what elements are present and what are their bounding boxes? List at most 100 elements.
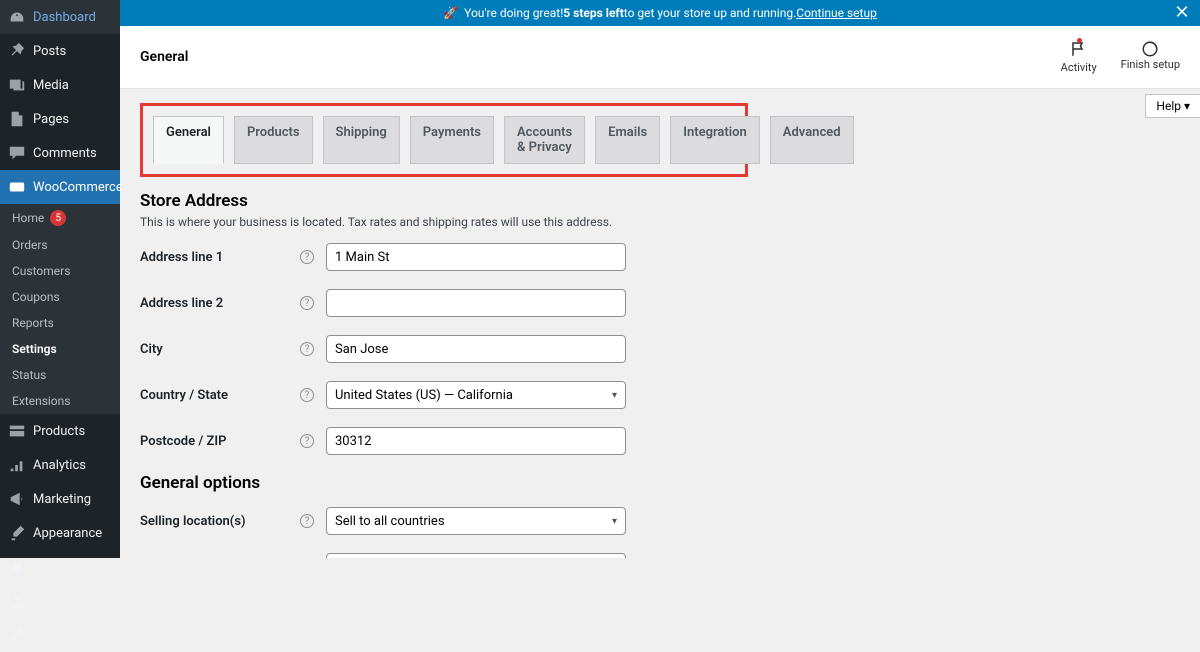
- activity-dot-icon: [1077, 38, 1082, 43]
- address1-input[interactable]: [326, 243, 626, 271]
- tab-general[interactable]: General: [153, 116, 224, 164]
- country-label: Country / State: [140, 388, 300, 403]
- page-header: General Activity Finish setup: [120, 26, 1200, 89]
- page-title: General: [140, 49, 188, 65]
- sidebar-label: Plugins: [33, 560, 76, 575]
- analytics-icon: [8, 456, 26, 474]
- sidebar-item-products[interactable]: Products: [0, 414, 120, 448]
- progress-icon: [1141, 40, 1159, 58]
- submenu-extensions[interactable]: Extensions: [0, 388, 120, 414]
- sidebar-item-users[interactable]: Users: [0, 584, 120, 618]
- home-badge: 5: [50, 210, 66, 226]
- media-icon: [8, 76, 26, 94]
- submenu-settings[interactable]: Settings: [0, 336, 120, 362]
- banner-text-bold: 5 steps left: [563, 6, 623, 20]
- address2-input[interactable]: [326, 289, 626, 317]
- help-icon[interactable]: ?: [300, 514, 314, 528]
- tab-payments[interactable]: Payments: [410, 116, 494, 164]
- help-icon[interactable]: ?: [300, 250, 314, 264]
- tab-accounts[interactable]: Accounts & Privacy: [504, 116, 585, 164]
- dashboard-icon: [8, 8, 26, 26]
- sidebar-label: Users: [33, 594, 66, 609]
- tab-products[interactable]: Products: [234, 116, 313, 164]
- sidebar-item-woocommerce[interactable]: WooCommerce: [0, 170, 120, 204]
- address1-label: Address line 1: [140, 250, 300, 265]
- submenu-orders[interactable]: Orders: [0, 232, 120, 258]
- user-icon: [8, 592, 26, 610]
- main-content: 🚀 You're doing great! 5 steps left to ge…: [120, 0, 1200, 558]
- sidebar-item-posts[interactable]: Posts: [0, 34, 120, 68]
- city-input[interactable]: [326, 335, 626, 363]
- activity-label: Activity: [1061, 61, 1097, 74]
- wrench-icon: [8, 626, 26, 644]
- woo-icon: [8, 178, 26, 196]
- help-tab[interactable]: Help ▾: [1145, 94, 1200, 118]
- settings-body: Help ▾ General Products Shipping Payment…: [120, 89, 1200, 558]
- country-value: United States (US) — California: [335, 388, 513, 403]
- store-address-desc: This is where your business is located. …: [140, 215, 1180, 229]
- tab-integration[interactable]: Integration: [670, 116, 760, 164]
- sidebar-item-analytics[interactable]: Analytics: [0, 448, 120, 482]
- rocket-icon: 🚀: [443, 6, 458, 20]
- continue-setup-link[interactable]: Continue setup: [796, 6, 877, 20]
- plug-icon: [8, 558, 26, 576]
- sidebar-label: WooCommerce: [33, 180, 123, 195]
- megaphone-icon: [8, 490, 26, 508]
- submenu-coupons[interactable]: Coupons: [0, 284, 120, 310]
- submenu-home[interactable]: Home 5: [0, 204, 120, 232]
- sidebar-label: Marketing: [33, 492, 91, 507]
- finish-setup-button[interactable]: Finish setup: [1121, 40, 1180, 74]
- activity-button[interactable]: Activity: [1061, 40, 1097, 74]
- settings-tabs-highlighted: General Products Shipping Payments Accou…: [140, 103, 748, 177]
- sidebar-item-media[interactable]: Media: [0, 68, 120, 102]
- admin-sidebar: Dashboard Posts Media Pages Comments Woo…: [0, 0, 120, 558]
- submenu-label: Home: [12, 211, 44, 225]
- sidebar-item-marketing[interactable]: Marketing: [0, 482, 120, 516]
- shipping-select[interactable]: Ship to all countries you sell to▾: [326, 553, 626, 558]
- help-icon[interactable]: ?: [300, 434, 314, 448]
- sidebar-item-dashboard[interactable]: Dashboard: [0, 0, 120, 34]
- zip-input[interactable]: [326, 427, 626, 455]
- comment-icon: [8, 144, 26, 162]
- tab-shipping[interactable]: Shipping: [323, 116, 400, 164]
- general-options-heading: General options: [140, 473, 1180, 493]
- city-label: City: [140, 342, 300, 357]
- sidebar-label: Pages: [33, 112, 69, 127]
- onboarding-banner: 🚀 You're doing great! 5 steps left to ge…: [120, 0, 1200, 26]
- country-select[interactable]: United States (US) — California ▾: [326, 381, 626, 409]
- submenu-status[interactable]: Status: [0, 362, 120, 388]
- sidebar-label: Dashboard: [33, 10, 96, 25]
- chevron-down-icon: ▾: [612, 390, 617, 401]
- sidebar-item-appearance[interactable]: Appearance: [0, 516, 120, 550]
- store-address-heading: Store Address: [140, 191, 1180, 211]
- help-icon[interactable]: ?: [300, 388, 314, 402]
- zip-label: Postcode / ZIP: [140, 434, 300, 449]
- pin-icon: [8, 42, 26, 60]
- sidebar-label: Appearance: [33, 526, 102, 541]
- submenu-reports[interactable]: Reports: [0, 310, 120, 336]
- selling-value: Sell to all countries: [335, 514, 445, 529]
- help-icon[interactable]: ?: [300, 296, 314, 310]
- selling-select[interactable]: Sell to all countries ▾: [326, 507, 626, 535]
- brush-icon: [8, 524, 26, 542]
- sidebar-item-tools[interactable]: Tools: [0, 618, 120, 652]
- products-icon: [8, 422, 26, 440]
- tab-advanced[interactable]: Advanced: [770, 116, 854, 164]
- selling-label: Selling location(s): [140, 514, 300, 529]
- tab-emails[interactable]: Emails: [595, 116, 660, 164]
- sidebar-item-pages[interactable]: Pages: [0, 102, 120, 136]
- sidebar-label: Analytics: [33, 458, 86, 473]
- submenu-customers[interactable]: Customers: [0, 258, 120, 284]
- sidebar-item-comments[interactable]: Comments: [0, 136, 120, 170]
- help-icon[interactable]: ?: [300, 342, 314, 356]
- banner-text-post: to get your store up and running.: [624, 6, 796, 20]
- page-icon: [8, 110, 26, 128]
- chevron-down-icon: ▾: [612, 516, 617, 527]
- sidebar-label: Products: [33, 424, 85, 439]
- close-icon[interactable]: [1174, 4, 1190, 23]
- address2-label: Address line 2: [140, 296, 300, 311]
- finish-label: Finish setup: [1121, 58, 1180, 71]
- sidebar-item-plugins[interactable]: Plugins: [0, 550, 120, 584]
- sidebar-label: Media: [33, 78, 69, 93]
- banner-text-pre: You're doing great!: [464, 6, 563, 20]
